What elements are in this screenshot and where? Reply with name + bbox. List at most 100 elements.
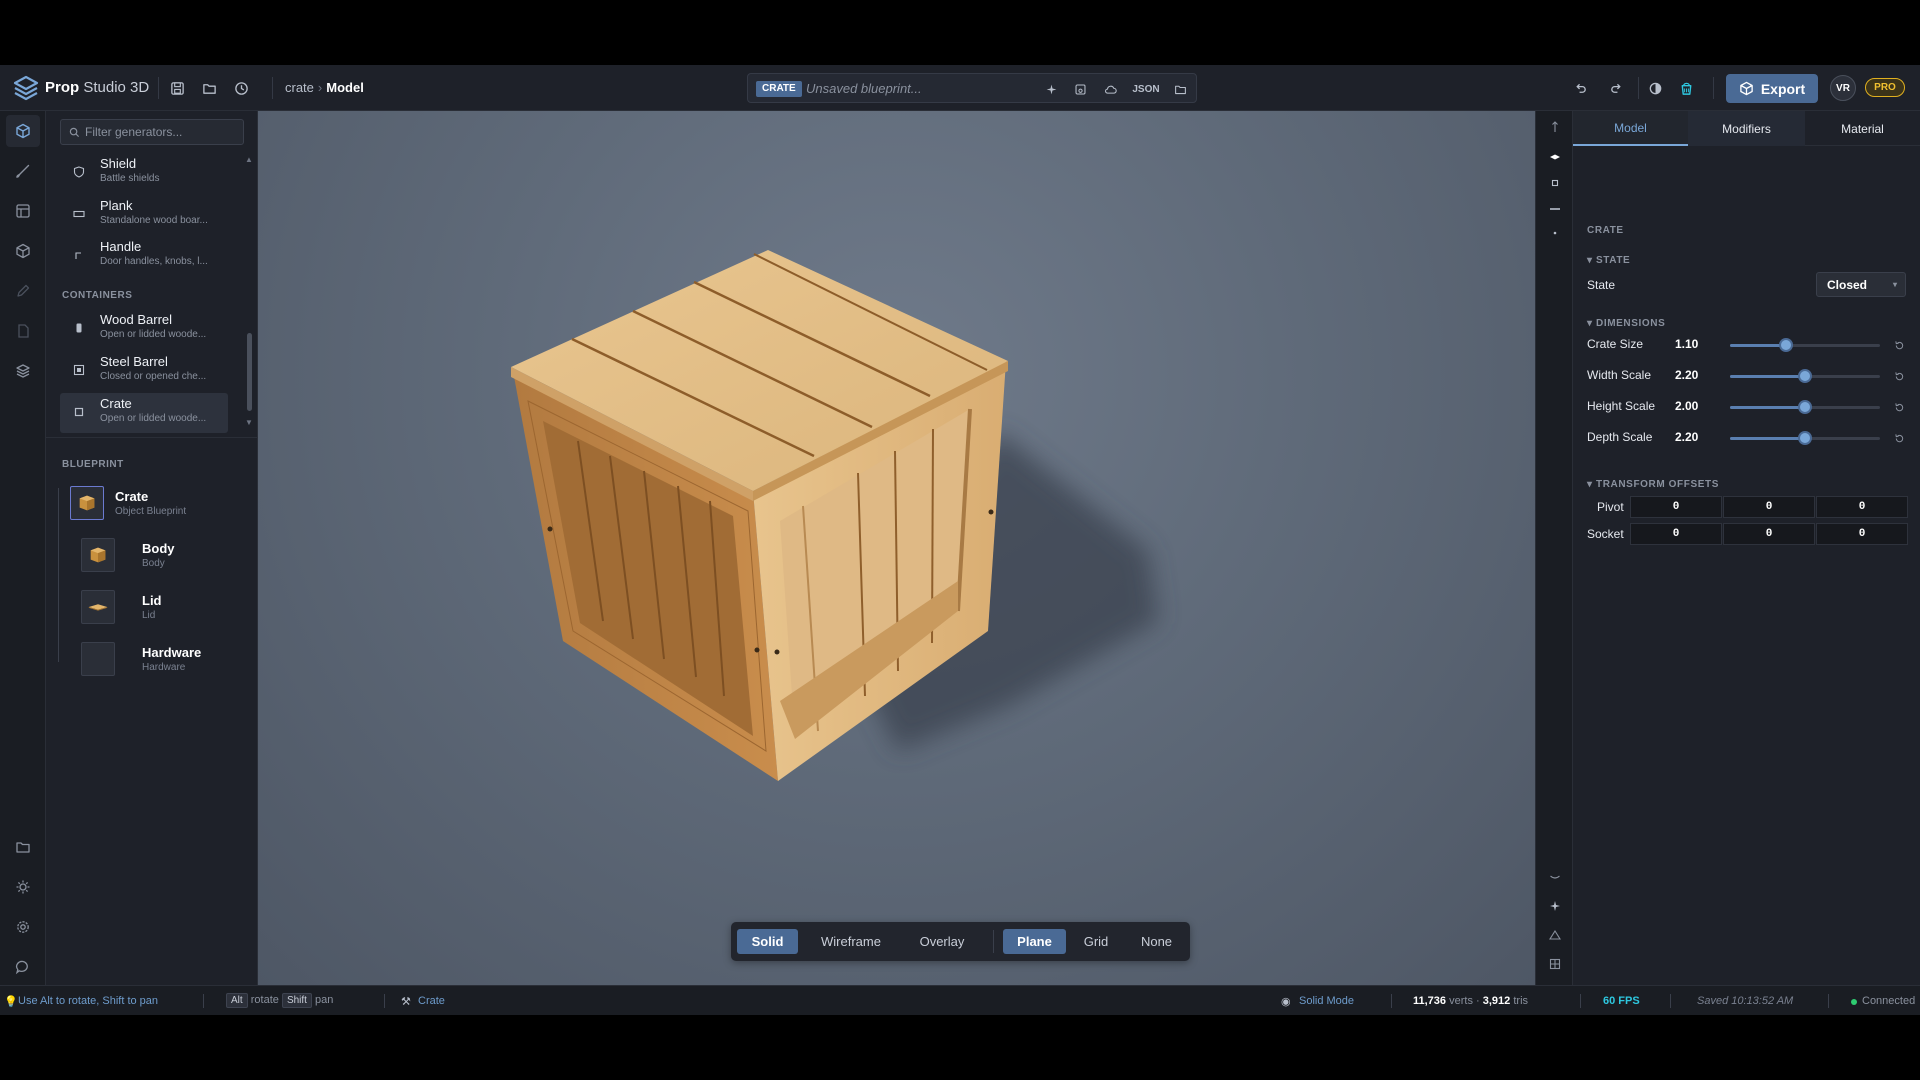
- pro-badge[interactable]: PRO: [1865, 78, 1905, 97]
- tab-material[interactable]: Material: [1805, 111, 1920, 146]
- blueprint-section-label: BLUEPRINT: [62, 459, 124, 470]
- slider-knob[interactable]: [1798, 369, 1812, 383]
- bucket-icon[interactable]: [1676, 78, 1696, 98]
- state-section-toggle[interactable]: ▾ STATE: [1587, 255, 1630, 266]
- save-icon[interactable]: [167, 78, 187, 98]
- scroll-up-arrow-icon[interactable]: ▲: [245, 155, 253, 164]
- sparkle-tool-icon[interactable]: [1545, 896, 1565, 916]
- generator-desc: Open or lidded woode...: [100, 329, 207, 340]
- alt-action: rotate: [250, 994, 279, 1006]
- generator-item-plank[interactable]: Plank Standalone wood boar...: [60, 195, 228, 235]
- reset-icon[interactable]: [1893, 432, 1905, 444]
- shading-wireframe-button[interactable]: Wireframe: [806, 929, 896, 954]
- state-dropdown[interactable]: Closed ▾: [1816, 272, 1906, 297]
- slider-fill: [1730, 344, 1786, 347]
- pivot-x-input[interactable]: 0: [1630, 496, 1722, 518]
- socket-y-input[interactable]: 0: [1723, 523, 1815, 545]
- theme-contrast-icon[interactable]: [1645, 78, 1665, 98]
- document-icon[interactable]: [13, 321, 33, 341]
- grid-toggle-icon[interactable]: [1545, 954, 1565, 974]
- cloud-icon[interactable]: [1101, 80, 1119, 98]
- files-folder-icon[interactable]: [13, 837, 33, 857]
- depth-scale-slider[interactable]: [1730, 431, 1880, 445]
- ground-none-button[interactable]: None: [1129, 929, 1184, 954]
- breadcrumb-parent[interactable]: crate: [285, 80, 314, 95]
- lighting-sun-icon[interactable]: [13, 877, 33, 897]
- folder-icon[interactable]: [199, 78, 219, 98]
- brush-icon[interactable]: [13, 161, 33, 181]
- handle-icon: [72, 248, 86, 262]
- slider-fill: [1730, 437, 1805, 440]
- render-mode[interactable]: Solid Mode: [1299, 995, 1354, 1007]
- save-blueprint-icon[interactable]: [1071, 80, 1089, 98]
- generator-item-shield[interactable]: Shield Battle shields: [60, 153, 228, 193]
- chat-bubble-icon[interactable]: [13, 957, 33, 977]
- open-folder-icon[interactable]: [1171, 80, 1189, 98]
- height-scale-slider[interactable]: [1730, 400, 1880, 414]
- verts-count: 11,736: [1413, 995, 1447, 1007]
- triangle-icon[interactable]: [1545, 925, 1565, 945]
- socket-x-input[interactable]: 0: [1630, 523, 1722, 545]
- socket-z-input[interactable]: 0: [1816, 523, 1908, 545]
- ground-grid-button[interactable]: Grid: [1071, 929, 1121, 954]
- reset-icon[interactable]: [1893, 370, 1905, 382]
- curve-icon[interactable]: [1545, 867, 1565, 887]
- blueprint-node-body[interactable]: Body Body: [60, 535, 240, 577]
- width-scale-slider[interactable]: [1730, 369, 1880, 383]
- generators-cube-icon[interactable]: [13, 121, 33, 141]
- blueprint-node-name: Hardware: [142, 645, 202, 660]
- slider-knob[interactable]: [1779, 338, 1793, 352]
- crate-size-value: 1.10: [1675, 337, 1699, 351]
- selected-object[interactable]: Crate: [418, 995, 445, 1007]
- generator-item-crate[interactable]: Crate Open or lidded woode...: [60, 393, 228, 433]
- vr-mode-button[interactable]: VR: [1830, 75, 1856, 101]
- transform-offsets-section-toggle[interactable]: ▾ TRANSFORM OFFSETS: [1587, 479, 1719, 490]
- slider-knob[interactable]: [1798, 400, 1812, 414]
- reset-icon[interactable]: [1893, 339, 1905, 351]
- settings-gear-icon[interactable]: [13, 917, 33, 937]
- blueprint-node-hardware[interactable]: Hardware Hardware: [60, 639, 240, 681]
- pivot-y-input[interactable]: 0: [1723, 496, 1815, 518]
- redo-icon[interactable]: [1606, 78, 1626, 98]
- json-button[interactable]: JSON: [1131, 80, 1161, 98]
- slider-knob[interactable]: [1798, 431, 1812, 445]
- shading-overlay-button[interactable]: Overlay: [903, 929, 981, 954]
- history-icon[interactable]: [231, 78, 251, 98]
- generator-item-wood-barrel[interactable]: Wood Barrel Open or lidded woode...: [60, 309, 228, 349]
- blueprint-type-tag: CRATE: [756, 81, 802, 97]
- blueprint-node-lid[interactable]: Lid Lid: [60, 587, 240, 629]
- package-icon[interactable]: [13, 241, 33, 261]
- generator-item-handle[interactable]: Handle Door handles, knobs, l...: [60, 236, 228, 276]
- view-perspective-icon[interactable]: [1545, 147, 1565, 167]
- scroll-down-arrow-icon[interactable]: ▼: [245, 418, 253, 427]
- layout-icon[interactable]: [13, 201, 33, 221]
- top-bar: Prop Studio 3D crate › Model CRATE Unsav…: [0, 65, 1920, 111]
- view-top-icon[interactable]: [1545, 223, 1565, 243]
- blueprint-node-crate[interactable]: Crate Object Blueprint: [60, 483, 240, 525]
- pen-icon[interactable]: [13, 281, 33, 301]
- export-button[interactable]: Export: [1726, 74, 1818, 103]
- app-logo-icon[interactable]: [12, 74, 40, 102]
- ground-plane-button[interactable]: Plane: [1003, 929, 1066, 954]
- 3d-viewport[interactable]: Solid Wireframe Overlay Plane Grid None: [258, 111, 1535, 985]
- sparkle-icon[interactable]: [1042, 80, 1060, 98]
- blueprint-name-input[interactable]: [806, 78, 1066, 98]
- plank-icon: [72, 207, 86, 221]
- view-front-icon[interactable]: [1545, 173, 1565, 193]
- undo-icon[interactable]: [1570, 78, 1590, 98]
- view-side-icon[interactable]: [1545, 199, 1565, 219]
- pivot-z-input[interactable]: 0: [1816, 496, 1908, 518]
- layers-icon[interactable]: [13, 361, 33, 381]
- filter-generators-input[interactable]: [85, 124, 240, 140]
- dimensions-section-toggle[interactable]: ▾ DIMENSIONS: [1587, 318, 1665, 329]
- shading-solid-button[interactable]: Solid: [737, 929, 798, 954]
- cube-icon: [1740, 81, 1753, 96]
- tris-label: tris: [1513, 995, 1529, 1007]
- move-axis-icon[interactable]: [1545, 117, 1565, 137]
- tab-model[interactable]: Model: [1573, 111, 1688, 146]
- generators-scrollbar[interactable]: [247, 333, 252, 411]
- generator-item-steel-barrel[interactable]: Steel Barrel Closed or opened che...: [60, 351, 228, 391]
- reset-icon[interactable]: [1893, 401, 1905, 413]
- crate-size-slider[interactable]: [1730, 338, 1880, 352]
- tab-modifiers[interactable]: Modifiers: [1688, 111, 1805, 146]
